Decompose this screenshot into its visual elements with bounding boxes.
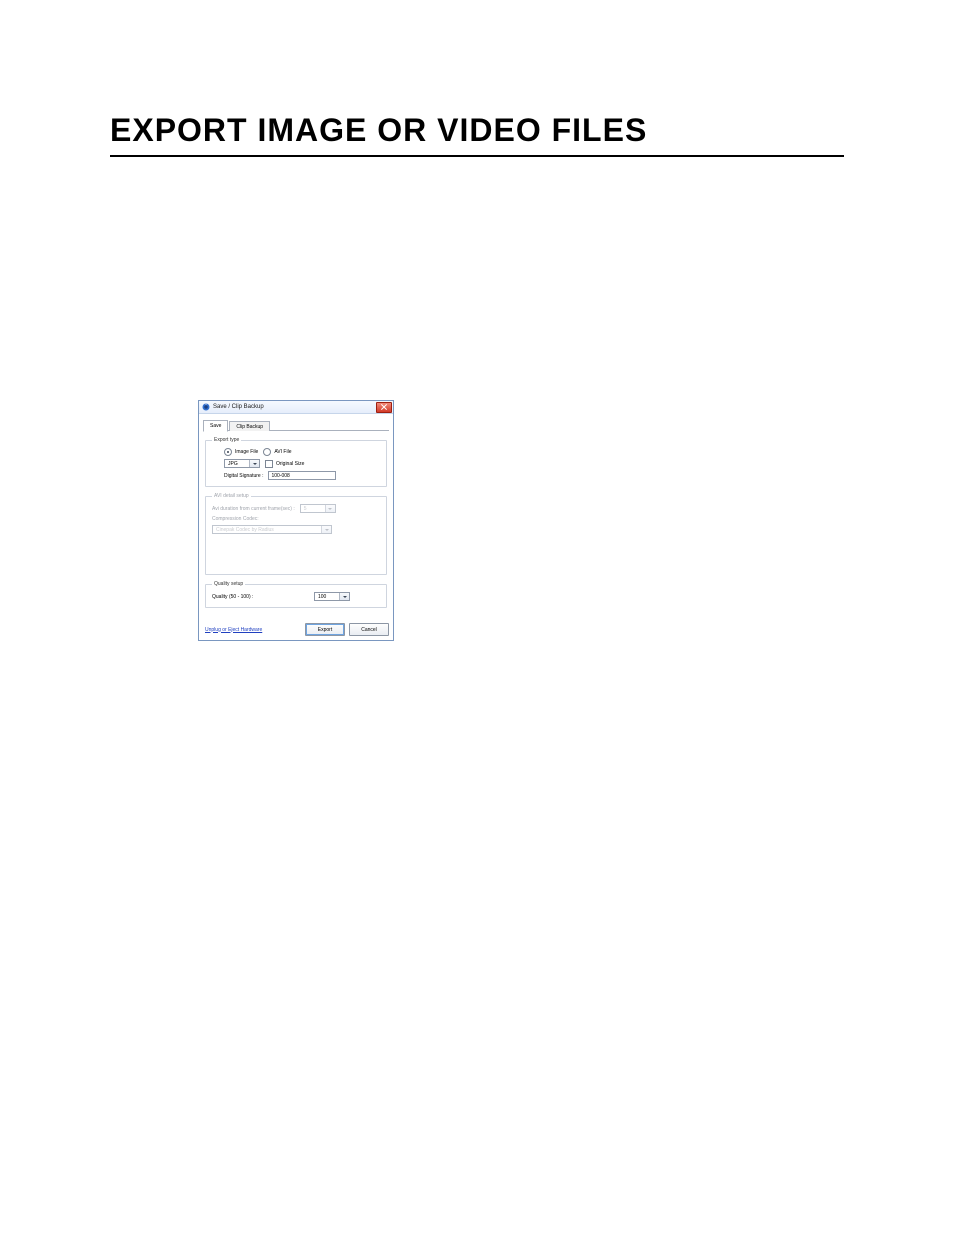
chevron-down-icon (339, 593, 349, 600)
close-icon (381, 404, 387, 410)
quality-setup-legend: Quality setup (212, 581, 245, 587)
chevron-down-icon (249, 460, 259, 467)
radio-avi-file[interactable]: AVI File (263, 448, 291, 456)
tabstrip: Save Clip Backup (199, 414, 393, 431)
quality-select[interactable]: 100 (314, 592, 350, 601)
titlebar-left: Save / Clip Backup (202, 403, 264, 411)
avi-setup-legend: AVI detail setup (212, 493, 251, 499)
radio-image-file-label: Image File (235, 449, 258, 455)
cancel-button-label: Cancel (361, 627, 377, 633)
export-type-legend: Export type (212, 437, 241, 443)
checkbox-indicator (265, 460, 273, 468)
image-format-select[interactable]: JPG (224, 459, 260, 468)
tab-clip-backup[interactable]: Clip Backup (229, 421, 270, 431)
quality-setup-group: Quality setup Quality (50 - 100) : 100 (205, 581, 387, 608)
codec-value: Cinepak Codec by Radius (213, 527, 321, 533)
original-size-label: Original Size (276, 461, 304, 467)
avi-duration-value: 5 (301, 506, 325, 512)
original-size-checkbox[interactable]: Original Size (265, 460, 304, 468)
image-format-value: JPG (225, 461, 249, 467)
avi-duration-select: 5 (300, 504, 336, 513)
radio-indicator (263, 448, 271, 456)
title-divider (110, 155, 844, 157)
close-button[interactable] (376, 402, 392, 413)
page-title: EXPORT IMAGE OR VIDEO FILES (110, 112, 844, 149)
radio-avi-file-label: AVI File (274, 449, 291, 455)
dialog-titlebar: Save / Clip Backup (199, 401, 393, 414)
export-button[interactable]: Export (305, 623, 345, 636)
eject-hardware-link[interactable]: Unplug or Eject Hardware (205, 627, 262, 633)
tab-save-label: Save (210, 423, 221, 429)
chevron-down-icon (321, 526, 331, 533)
tab-panel-save: Export type Image File AVI File JPG (199, 431, 393, 619)
quality-label: Quality (50 - 100) : (212, 594, 253, 600)
chevron-down-icon (325, 505, 335, 512)
dialog-footer: Unplug or Eject Hardware Export Cancel (199, 619, 393, 640)
radio-image-file[interactable]: Image File (224, 448, 258, 456)
tab-save[interactable]: Save (203, 420, 228, 432)
quality-value: 100 (315, 594, 339, 600)
digital-signature-input[interactable]: 100-008 (268, 471, 336, 480)
digital-signature-value: 100-008 (271, 473, 289, 479)
app-icon (202, 403, 210, 411)
radio-indicator (224, 448, 232, 456)
digital-signature-label: Digital Signature : (224, 473, 263, 479)
tab-clip-backup-label: Clip Backup (236, 424, 263, 430)
export-type-group: Export type Image File AVI File JPG (205, 437, 387, 487)
avi-duration-label: Avi duration from current frame(sec) : (212, 506, 295, 512)
cancel-button[interactable]: Cancel (349, 623, 389, 636)
codec-select: Cinepak Codec by Radius (212, 525, 332, 534)
dialog-title: Save / Clip Backup (213, 404, 264, 410)
avi-setup-group: AVI detail setup Avi duration from curre… (205, 493, 387, 575)
codec-label: Compression Codec: (212, 516, 259, 522)
save-clip-backup-dialog: Save / Clip Backup Save Clip Backup (198, 400, 394, 641)
export-button-label: Export (318, 627, 332, 633)
